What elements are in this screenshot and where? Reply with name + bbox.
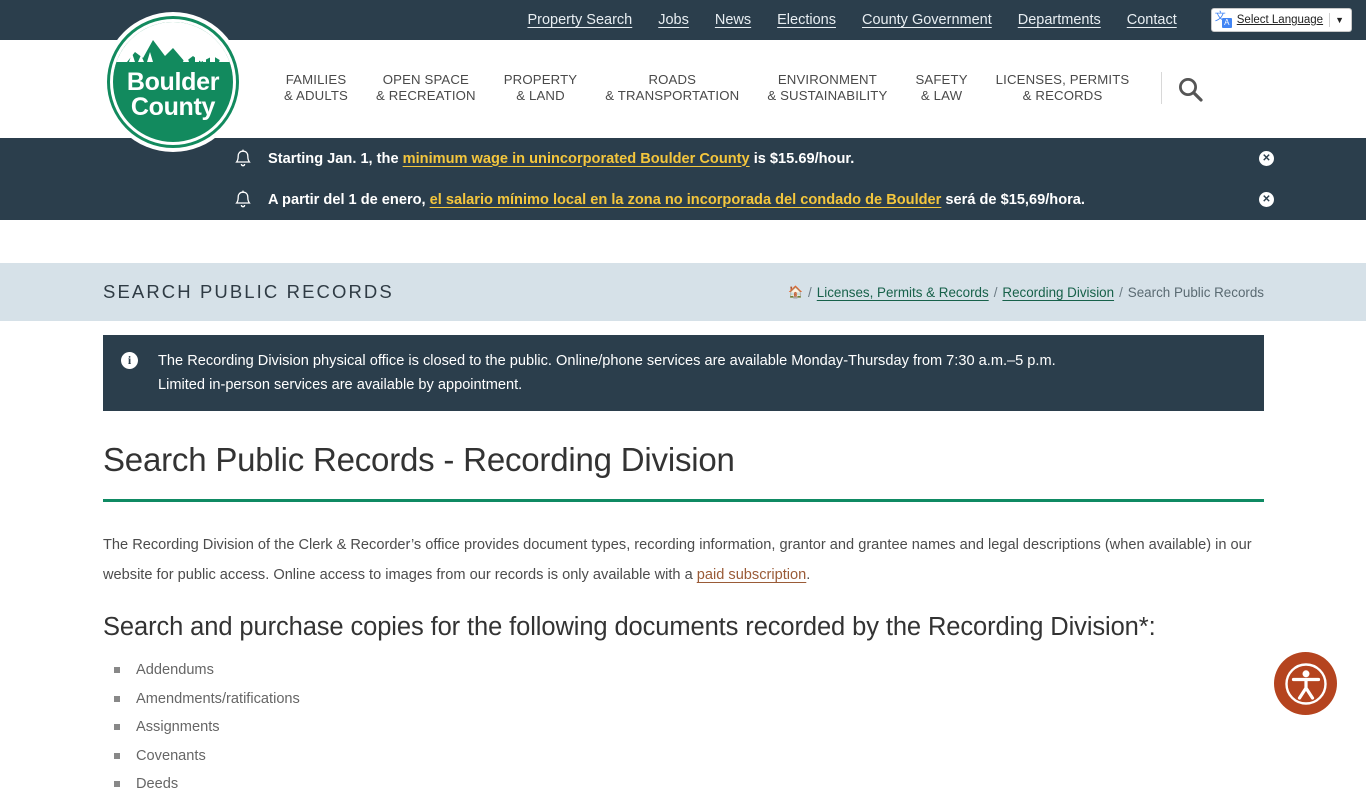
- alert-text-spanish: A partir del 1 de enero, el salario míni…: [268, 190, 1085, 210]
- info-notice-text: The Recording Division physical office i…: [158, 353, 1056, 393]
- info-icon: i: [121, 352, 138, 369]
- top-link-jobs[interactable]: Jobs: [658, 12, 689, 28]
- close-icon[interactable]: ✕: [1259, 151, 1274, 166]
- paid-subscription-link[interactable]: paid subscription: [697, 567, 807, 583]
- alert-link-minimum-wage[interactable]: minimum wage in unincorporated Boulder C…: [403, 151, 750, 167]
- list-item: Addendums: [114, 656, 1366, 685]
- nav-item-line-1: ROADS: [648, 72, 697, 87]
- list-item: Amendments/ratifications: [114, 685, 1366, 714]
- top-link-departments[interactable]: Departments: [1018, 12, 1101, 28]
- nav-item-line-2: & LAND: [516, 87, 565, 103]
- nav-divider: [1161, 72, 1163, 104]
- nav-item-line-1: PROPERTY: [503, 72, 578, 87]
- intro-paragraph: The Recording Division of the Clerk & Re…: [103, 530, 1264, 590]
- nav-item-families-adults[interactable]: FAMILIES & ADULTS: [270, 72, 362, 103]
- logo-wordmark: Boulder County: [113, 70, 233, 120]
- nav-item-line-2: & LAW: [920, 87, 963, 103]
- close-icon[interactable]: ✕: [1259, 192, 1274, 207]
- section-subheading: Search and purchase copies for the follo…: [103, 613, 1156, 641]
- alert-suffix: is $15.69/hour.: [749, 150, 855, 167]
- alert-banner-region: Starting Jan. 1, the minimum wage in uni…: [0, 138, 1366, 220]
- primary-nav: FAMILIES & ADULTS OPEN SPACE & RECREATIO…: [270, 72, 1204, 108]
- page-kicker: SEARCH PUBLIC RECORDS: [103, 281, 394, 302]
- alert-banner-spanish: A partir del 1 de enero, el salario míni…: [0, 179, 1366, 220]
- intro-paragraph-after: .: [806, 567, 811, 583]
- nav-item-line-2: & RECORDS: [1022, 87, 1103, 103]
- nav-item-line-1: OPEN SPACE: [382, 72, 469, 87]
- alert-link-salario-minimo[interactable]: el salario mínimo local en la zona no in…: [430, 192, 942, 208]
- top-link-property-search[interactable]: Property Search: [527, 12, 632, 28]
- list-item: Covenants: [114, 742, 1366, 771]
- language-selector-label: Select Language: [1236, 14, 1324, 26]
- breadcrumb-separator: /: [993, 284, 998, 300]
- google-translate-icon: 文 A: [1215, 12, 1232, 28]
- info-notice-box: i The Recording Division physical office…: [103, 335, 1264, 411]
- breadcrumb-link-licenses-permits-records[interactable]: Licenses, Permits & Records: [817, 285, 989, 300]
- search-icon[interactable]: [1176, 75, 1204, 108]
- site-logo[interactable]: Boulder County: [103, 12, 243, 152]
- document-types-list: Addendums Amendments/ratifications Assig…: [0, 656, 1366, 799]
- logo-line-1: Boulder: [126, 68, 220, 96]
- accessibility-button[interactable]: [1274, 652, 1337, 715]
- nav-item-roads-transportation[interactable]: ROADS & TRANSPORTATION: [591, 72, 753, 103]
- intro-paragraph-before: The Recording Division of the Clerk & Re…: [103, 537, 1252, 583]
- accessibility-icon: [1284, 662, 1327, 705]
- breadcrumb-separator: /: [1119, 284, 1123, 300]
- top-link-contact[interactable]: Contact: [1127, 12, 1177, 28]
- language-selector[interactable]: 文 A Select Language ▼: [1210, 8, 1352, 32]
- top-link-news[interactable]: News: [715, 12, 751, 28]
- home-icon[interactable]: 🏠: [788, 285, 803, 299]
- logo-line-2: County: [130, 93, 216, 121]
- alert-prefix: Starting Jan. 1, the: [268, 150, 403, 167]
- main-content: i The Recording Division physical office…: [0, 321, 1366, 799]
- nav-item-line-2: & SUSTAINABILITY: [767, 87, 888, 103]
- breadcrumb-link-recording-division[interactable]: Recording Division: [1002, 285, 1114, 300]
- breadcrumb-current: Search Public Records: [1127, 284, 1264, 300]
- alert-text-english: Starting Jan. 1, the minimum wage in uni…: [268, 149, 854, 169]
- breadcrumb: 🏠 / Licenses, Permits & Records / Record…: [788, 285, 1264, 300]
- alert-suffix: será de $15,69/hora.: [941, 191, 1085, 208]
- bell-icon: [232, 148, 254, 170]
- nav-item-environment-sustainability[interactable]: ENVIRONMENT & SUSTAINABILITY: [753, 72, 901, 103]
- list-item: Deeds: [114, 770, 1366, 799]
- alert-prefix: A partir del 1 de enero,: [268, 191, 430, 208]
- nav-item-line-2: & ADULTS: [284, 87, 348, 103]
- nav-item-line-1: FAMILIES: [285, 72, 347, 87]
- chevron-down-icon[interactable]: ▼: [1330, 15, 1347, 25]
- logo-badge: Boulder County: [110, 19, 236, 145]
- nav-item-line-1: LICENSES, PERMITS: [995, 72, 1130, 87]
- nav-item-line-2: & RECREATION: [375, 87, 476, 103]
- nav-item-open-space-recreation[interactable]: OPEN SPACE & RECREATION: [362, 72, 490, 103]
- page-title-bar: SEARCH PUBLIC RECORDS 🏠 / Licenses, Perm…: [0, 263, 1366, 321]
- bell-icon: [232, 189, 254, 211]
- list-item: Assignments: [114, 713, 1366, 742]
- site-header: Boulder County FAMILIES & ADULTS OPEN SP…: [0, 12, 1366, 152]
- top-link-elections[interactable]: Elections: [777, 12, 836, 28]
- utility-nav: Property Search Jobs News Elections Coun…: [527, 8, 1352, 32]
- nav-item-licenses-permits-records[interactable]: LICENSES, PERMITS & RECORDS: [982, 72, 1144, 103]
- nav-item-property-land[interactable]: PROPERTY & LAND: [490, 72, 592, 103]
- page-title: Search Public Records - Recording Divisi…: [103, 441, 1264, 502]
- nav-item-line-1: SAFETY: [915, 72, 968, 87]
- breadcrumb-separator: /: [808, 284, 812, 300]
- nav-item-line-1: ENVIRONMENT: [777, 72, 877, 87]
- nav-item-safety-law[interactable]: SAFETY & LAW: [901, 72, 981, 103]
- nav-item-line-2: & TRANSPORTATION: [605, 87, 740, 103]
- top-link-county-government[interactable]: County Government: [862, 12, 992, 28]
